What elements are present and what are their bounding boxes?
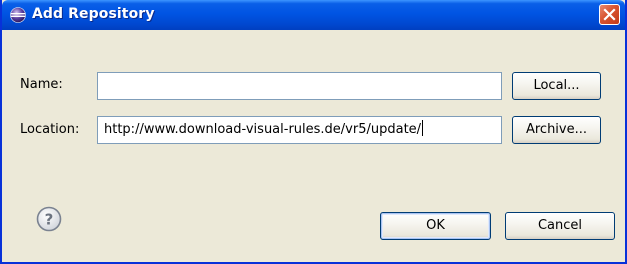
archive-button[interactable]: Archive...	[512, 116, 601, 144]
local-button-label: Local...	[533, 78, 580, 93]
text-caret	[422, 120, 424, 136]
name-input[interactable]	[97, 72, 502, 100]
ok-button-label: OK	[426, 218, 445, 233]
dialog-content: Name: Local... Location: http://www.down…	[2, 30, 625, 262]
location-label: Location:	[20, 122, 80, 137]
location-input[interactable]: http://www.download-visual-rules.de/vr5/…	[97, 116, 502, 144]
svg-text:?: ?	[45, 211, 54, 229]
title-bar[interactable]: Add Repository	[2, 0, 625, 30]
name-label: Name:	[20, 77, 63, 92]
add-repository-dialog: Add Repository Name: Local... Location: …	[0, 0, 627, 264]
archive-button-label: Archive...	[525, 122, 588, 137]
cancel-button-label: Cancel	[537, 218, 583, 233]
ok-button[interactable]: OK	[380, 212, 491, 240]
local-button[interactable]: Local...	[512, 72, 601, 100]
location-value: http://www.download-visual-rules.de/vr5/…	[104, 122, 422, 137]
help-icon[interactable]: ?	[36, 206, 62, 232]
dialog-title: Add Repository	[32, 6, 155, 22]
close-button[interactable]	[599, 4, 620, 25]
eclipse-icon	[10, 7, 26, 23]
cancel-button[interactable]: Cancel	[505, 212, 615, 240]
